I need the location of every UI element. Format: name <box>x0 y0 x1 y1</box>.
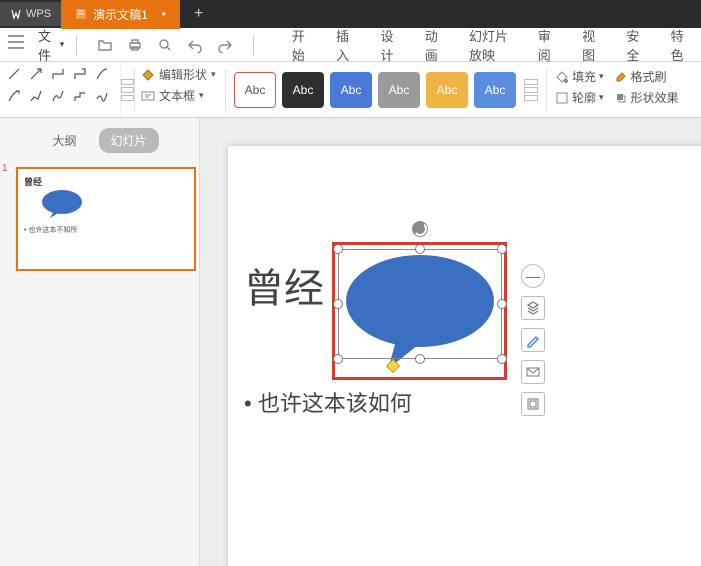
styles-expand-icon[interactable] <box>524 79 538 101</box>
gallery-expand-icon[interactable] <box>120 62 134 117</box>
shape-arrow-icon[interactable] <box>28 66 44 82</box>
new-tab-button[interactable]: + <box>180 5 217 23</box>
app-badge[interactable]: WPS <box>0 2 61 26</box>
resize-handle-w[interactable] <box>333 299 343 309</box>
shape-zigzag-icon[interactable] <box>28 88 44 104</box>
shape-effect-button[interactable]: 形状效果 <box>614 89 679 106</box>
shape-styles-gallery: Abc Abc Abc Abc Abc Abc <box>226 62 546 117</box>
thumb-bullet: • 也许这本不知所 <box>24 225 77 235</box>
style-preset-gray[interactable]: Abc <box>378 72 420 108</box>
shape-tools-group: 编辑形状▾ 文本框▾ <box>135 62 225 117</box>
side-panel-tabs: 大纲 幻灯片 <box>0 118 199 163</box>
outline-tab[interactable]: 大纲 <box>40 128 88 153</box>
workspace: 大纲 幻灯片 1 曾经 • 也许这本不知所 曾经 <box>0 118 701 566</box>
shape-elbow-arrow-icon[interactable] <box>72 66 88 82</box>
slide-number: 1 <box>2 163 8 174</box>
shape-scribble-icon[interactable] <box>94 88 110 104</box>
tab-design[interactable]: 设计 <box>366 26 410 64</box>
resize-handle-s[interactable] <box>415 354 425 364</box>
outline-button[interactable]: 轮廓▾ <box>555 89 604 106</box>
float-collapse-button[interactable]: — <box>521 264 545 288</box>
style-preset-orange[interactable]: Abc <box>426 72 468 108</box>
object-float-toolbar: — <box>521 264 545 416</box>
separator <box>253 35 254 55</box>
quick-access-toolbar <box>83 35 247 55</box>
shape-curve-arrow-icon[interactable] <box>6 88 22 104</box>
open-icon[interactable] <box>95 35 115 55</box>
resize-handle-se[interactable] <box>497 354 507 364</box>
edit-shape-button[interactable]: 编辑形状▾ <box>141 66 219 83</box>
float-pen-button[interactable] <box>521 328 545 352</box>
style-preset-outline[interactable]: Abc <box>234 72 276 108</box>
ribbon-tabs: 开始 插入 设计 动画 幻灯片放映 审阅 视图 安全 特色 <box>278 26 701 64</box>
resize-handle-e[interactable] <box>497 299 507 309</box>
tab-slideshow[interactable]: 幻灯片放映 <box>455 26 524 64</box>
selection-bbox <box>338 249 502 359</box>
style-preset-blue[interactable]: Abc <box>330 72 372 108</box>
resize-handle-n[interactable] <box>415 244 425 254</box>
slide-thumbnail-wrap: 1 曾经 • 也许这本不知所 <box>0 163 199 275</box>
tab-view[interactable]: 视图 <box>568 26 612 64</box>
menubar: 文件 ▾ 开始 插入 设计 动画 幻灯片放映 审阅 视图 安全 特色 <box>0 28 701 62</box>
tab-animation[interactable]: 动画 <box>411 26 455 64</box>
shape-curve-icon[interactable] <box>94 66 110 82</box>
tab-review[interactable]: 审阅 <box>524 26 568 64</box>
print-icon[interactable] <box>125 35 145 55</box>
side-panel: 大纲 幻灯片 1 曾经 • 也许这本不知所 <box>0 118 200 566</box>
style-preset-blue2[interactable]: Abc <box>474 72 516 108</box>
document-tab[interactable]: 演示文稿1 • <box>61 0 180 29</box>
tab-special[interactable]: 特色 <box>657 26 701 64</box>
shape-line-icon[interactable] <box>6 66 22 82</box>
tab-insert[interactable]: 插入 <box>322 26 366 64</box>
float-layers-button[interactable] <box>521 296 545 320</box>
resize-handle-ne[interactable] <box>497 244 507 254</box>
shape-double-elbow-icon[interactable] <box>72 88 88 104</box>
slides-tab[interactable]: 幻灯片 <box>99 128 159 153</box>
tab-start[interactable]: 开始 <box>278 26 322 64</box>
undo-icon[interactable] <box>185 35 205 55</box>
file-menu[interactable]: 文件 ▾ <box>32 26 70 64</box>
redo-icon[interactable] <box>215 35 235 55</box>
shape-elbow-icon[interactable] <box>50 66 66 82</box>
float-envelope-button[interactable] <box>521 360 545 384</box>
document-name: 演示文稿1 <box>93 6 148 23</box>
unsaved-indicator: • <box>162 7 166 21</box>
titlebar: WPS 演示文稿1 • + <box>0 0 701 28</box>
thumb-bubble-icon <box>40 189 84 224</box>
resize-handle-sw[interactable] <box>333 354 343 364</box>
slide[interactable]: 曾经 — <box>228 146 701 566</box>
selected-shape[interactable] <box>338 249 502 359</box>
preview-icon[interactable] <box>155 35 175 55</box>
resize-handle-nw[interactable] <box>333 244 343 254</box>
shape-freeform-icon[interactable] <box>50 88 66 104</box>
ribbon: 编辑形状▾ 文本框▾ Abc Abc Abc Abc Abc Abc 填充▾ 格… <box>0 62 701 118</box>
tab-security[interactable]: 安全 <box>612 26 656 64</box>
fill-button[interactable]: 填充▾ <box>555 68 604 85</box>
style-preset-black[interactable]: Abc <box>282 72 324 108</box>
thumb-title: 曾经 <box>24 175 42 188</box>
separator <box>76 35 77 55</box>
slide-title[interactable]: 曾经 <box>244 256 324 314</box>
slide-bullet[interactable]: • 也许这本该如何 <box>244 386 412 418</box>
format-brush-button[interactable]: 格式刷 <box>614 68 667 85</box>
canvas[interactable]: 曾经 — <box>200 118 701 566</box>
rotate-handle[interactable] <box>412 221 428 237</box>
menu-icon[interactable] <box>0 35 32 54</box>
app-name: WPS <box>26 8 51 20</box>
float-screenshot-button[interactable] <box>521 392 545 416</box>
textbox-button[interactable]: 文本框▾ <box>141 87 219 104</box>
format-tools-group: 填充▾ 格式刷 轮廓▾ 形状效果 <box>547 62 687 117</box>
shapes-gallery[interactable] <box>0 62 120 117</box>
slide-thumbnail[interactable]: 曾经 • 也许这本不知所 <box>16 167 196 271</box>
